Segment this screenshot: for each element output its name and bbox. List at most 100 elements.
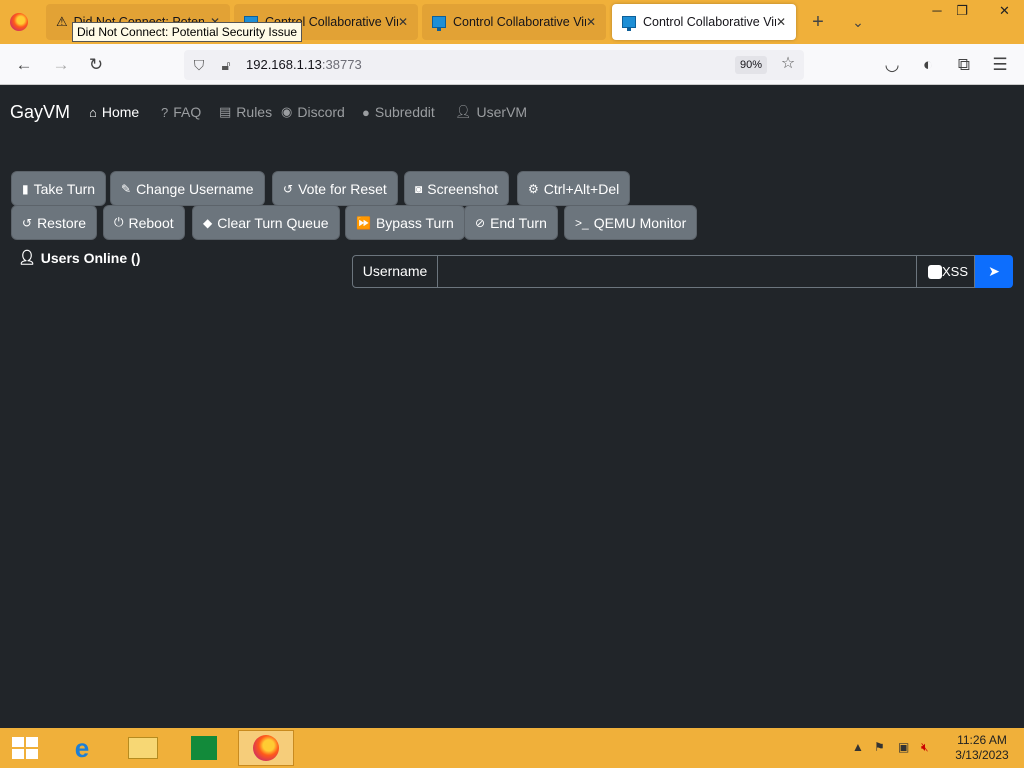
- pocket-icon[interactable]: ◡: [879, 52, 905, 78]
- url-bar[interactable]: ⛉ 🔓︎ 192.168.1.13:38773 90% ☆: [184, 50, 804, 80]
- tab-tooltip: Did Not Connect: Potential Security Issu…: [72, 22, 303, 42]
- xss-toggle[interactable]: XSS: [916, 255, 975, 288]
- discord-icon: ◉: [281, 104, 293, 119]
- nav-label: Rules: [236, 104, 273, 120]
- mouse-icon: ▮: [22, 181, 29, 196]
- tab-collab-vm-2[interactable]: Control Collaborative Virtual Machines! …: [422, 4, 606, 40]
- shield-icon[interactable]: ⛉: [190, 56, 208, 74]
- show-hidden-icons-chevron-up-icon[interactable]: ▲: [852, 740, 864, 754]
- send-button[interactable]: ➤: [975, 255, 1013, 288]
- close-tab-icon[interactable]: ✕: [398, 15, 408, 29]
- firefox-menu-icon[interactable]: [10, 13, 28, 31]
- nav-label: Home: [101, 104, 140, 120]
- nav-label: FAQ: [173, 104, 202, 120]
- reload-icon[interactable]: ↻: [83, 52, 109, 78]
- nav-uservm[interactable]: 👤︎ UserVM: [455, 104, 527, 120]
- username-label[interactable]: Username: [352, 255, 438, 288]
- button-label: Clear Turn Queue: [217, 214, 329, 231]
- windows-start-icon[interactable]: [12, 737, 38, 759]
- user-edit-icon: ✎: [121, 181, 132, 196]
- back-arrow-icon[interactable]: ←: [11, 52, 37, 78]
- fast-forward-icon: ⏩: [356, 215, 371, 230]
- nav-subreddit[interactable]: ● Subreddit: [362, 104, 435, 120]
- new-tab-button[interactable]: +: [805, 9, 831, 35]
- question-circle-icon: ?: [161, 104, 169, 120]
- nav-label: Subreddit: [374, 104, 435, 120]
- change-username-button[interactable]: ✎ Change Username: [111, 172, 264, 205]
- button-label: Vote for Reset: [298, 180, 387, 197]
- gear-icon: ⚙: [528, 181, 539, 196]
- extensions-puzzle-icon[interactable]: ⧉: [951, 52, 977, 78]
- internet-explorer-icon[interactable]: e: [54, 730, 110, 766]
- volume-muted-icon[interactable]: 🔇︎: [921, 740, 929, 755]
- clear-turn-queue-button[interactable]: ◆ Clear Turn Queue: [193, 206, 339, 239]
- button-label: Screenshot: [427, 180, 499, 197]
- nav-rules[interactable]: ▤ Rules: [219, 104, 272, 120]
- nav-faq[interactable]: ? FAQ: [161, 104, 201, 120]
- hamburger-menu-icon[interactable]: ☰: [987, 52, 1013, 78]
- clock-time: 11:26 AM: [957, 733, 1007, 747]
- firefox-taskbar-icon[interactable]: [238, 730, 294, 766]
- power-icon: ⏻: [114, 215, 124, 229]
- undo-icon: ↺: [283, 181, 294, 196]
- take-turn-button[interactable]: ▮ Take Turn: [12, 172, 106, 205]
- close-tab-icon[interactable]: ✕: [586, 15, 596, 29]
- insecure-lock-icon[interactable]: 🔓︎: [217, 56, 235, 74]
- chat-message-input[interactable]: [437, 255, 917, 288]
- url-text[interactable]: 192.168.1.13:38773: [246, 57, 362, 72]
- screenshot-button[interactable]: ◙ Screenshot: [405, 172, 509, 205]
- nav-label: Discord: [297, 104, 345, 120]
- nav-home[interactable]: ⌂ Home: [89, 104, 139, 120]
- monitor-icon: [432, 16, 446, 31]
- users-online-heading: 👤︎ Users Online (): [18, 249, 140, 266]
- url-port: :38773: [321, 57, 362, 72]
- button-label: Reboot: [128, 214, 174, 231]
- clipboard-icon: ▤: [219, 104, 232, 119]
- restore-button[interactable]: ❐: [945, 0, 979, 22]
- site-brand[interactable]: GayVM: [10, 102, 70, 123]
- end-turn-button[interactable]: ⊘ End Turn: [465, 206, 557, 239]
- zoom-level-button[interactable]: 90%: [735, 56, 768, 74]
- file-explorer-icon[interactable]: [115, 730, 171, 766]
- bypass-turn-button[interactable]: ⏩ Bypass Turn: [346, 206, 464, 239]
- tab-bar: ⚠ Did Not Connect: Potential Security Is…: [0, 0, 1024, 44]
- list-tabs-chevron-down-icon[interactable]: ⌄: [845, 9, 871, 35]
- users-online-label: Users Online (): [40, 249, 141, 266]
- reddit-icon: ●: [362, 104, 370, 120]
- dark-reader-icon[interactable]: ◐: [915, 52, 941, 78]
- forward-arrow-icon[interactable]: →: [48, 52, 74, 78]
- clock-date: 3/13/2023: [955, 748, 1009, 762]
- ban-icon: ⊘: [475, 215, 486, 230]
- undo-icon: ↺: [22, 215, 33, 230]
- restore-button[interactable]: ↺ Restore: [12, 206, 97, 239]
- network-icon[interactable]: ▣: [898, 740, 909, 754]
- reboot-button[interactable]: ⏻ Reboot: [104, 206, 184, 239]
- home-icon: ⌂: [89, 104, 97, 120]
- user-icon: 👤︎: [455, 104, 472, 119]
- camera-icon: ◙: [415, 181, 423, 196]
- xss-checkbox[interactable]: [928, 264, 942, 279]
- ctrl-alt-del-button[interactable]: ⚙ Ctrl+Alt+Del: [518, 172, 630, 205]
- nav-discord[interactable]: ◉ Discord: [281, 104, 345, 120]
- warning-icon: ⚠: [56, 14, 68, 29]
- action-center-flag-icon[interactable]: ⚑: [874, 740, 885, 754]
- bookmark-star-icon[interactable]: ☆: [779, 55, 797, 73]
- tab-label: Control Collaborative Virtual Machines!: [453, 15, 586, 29]
- url-host: 192.168.1.13: [246, 57, 322, 72]
- paper-plane-icon: ➤: [988, 263, 1000, 279]
- tab-collab-vm-3[interactable]: Control Collaborative Virtual Machines! …: [612, 4, 796, 40]
- close-window-button[interactable]: ✕: [985, 0, 1024, 22]
- system-clock[interactable]: 11:26 AM 3/13/2023: [951, 733, 1013, 763]
- eraser-icon: ◆: [203, 215, 213, 230]
- store-icon[interactable]: [176, 730, 232, 766]
- button-label: Take Turn: [33, 180, 96, 197]
- close-tab-icon[interactable]: ✕: [776, 15, 786, 29]
- monitor-icon: [622, 16, 636, 31]
- page-content: GayVM ⌂ Home ? FAQ ▤ Rules ◉ Discord ● S…: [0, 85, 1024, 728]
- xss-label: XSS: [942, 264, 969, 279]
- vote-reset-button[interactable]: ↺ Vote for Reset: [273, 172, 397, 205]
- navigation-toolbar: ← → ↻ ⛉ 🔓︎ 192.168.1.13:38773 90% ☆ ◡ ◐ …: [0, 44, 1024, 85]
- button-label: Restore: [37, 214, 87, 231]
- chat-input-group: Username XSS ➤: [352, 255, 1013, 288]
- qemu-monitor-button[interactable]: >_ QEMU Monitor: [565, 206, 697, 239]
